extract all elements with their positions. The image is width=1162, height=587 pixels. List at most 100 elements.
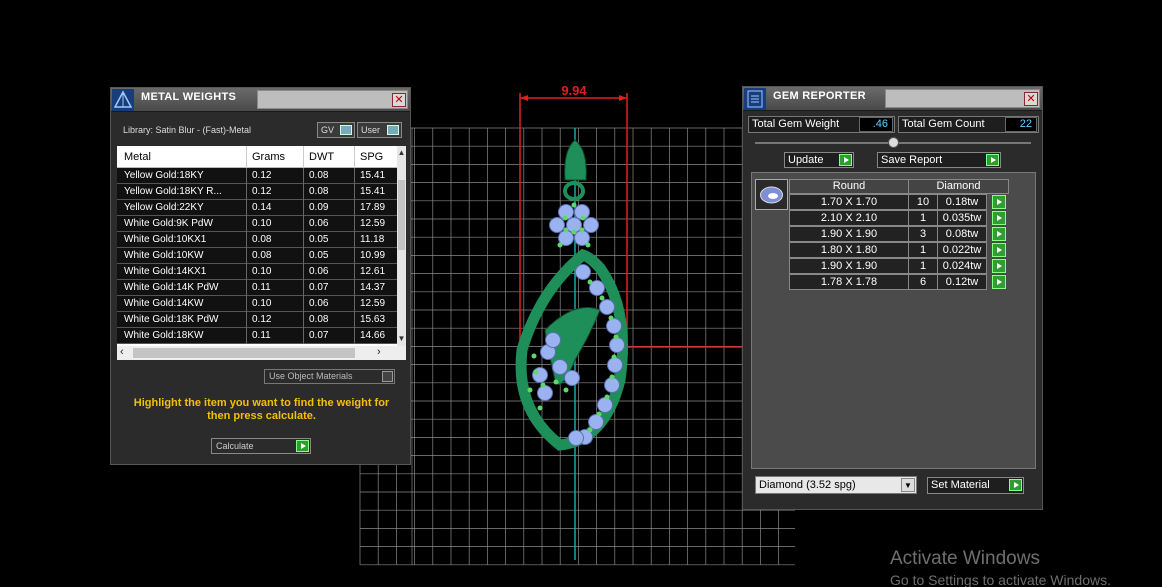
gem-size-cell: 2.10 X 2.10 — [789, 210, 909, 226]
column-header-dwt[interactable]: DWT — [309, 151, 334, 163]
table-row[interactable]: Yellow Gold:22KY 0.14 0.09 17.89 — [117, 200, 397, 216]
spg-cell: 14.66 — [360, 330, 386, 341]
gem-count-cell: 1 — [908, 258, 938, 274]
metal-weights-titlebar[interactable]: METAL WEIGHTS ✕ — [111, 88, 410, 112]
dimension-label: 9.94 — [561, 83, 587, 98]
column-header-round: Round — [789, 179, 909, 194]
user-toggle[interactable]: User — [357, 122, 402, 138]
titlebar-fill — [257, 90, 408, 109]
use-object-materials-checkbox[interactable]: Use Object Materials — [264, 369, 395, 384]
table-row[interactable]: White Gold:10KW 0.08 0.05 10.99 — [117, 248, 397, 264]
spg-cell: 15.41 — [360, 186, 386, 197]
metal-cell: Yellow Gold:18KY — [124, 170, 204, 181]
watermark-title: Activate Windows — [890, 548, 1040, 569]
select-gem-row-button[interactable] — [992, 243, 1006, 257]
save-report-label: Save Report — [881, 154, 943, 166]
gv-toggle[interactable]: GV — [317, 122, 355, 138]
scroll-thumb[interactable] — [398, 180, 405, 250]
calculate-hint: Highlight the item you want to find the … — [133, 397, 390, 422]
spg-cell: 15.41 — [360, 170, 386, 181]
select-gem-row-button[interactable] — [992, 195, 1006, 209]
table-row[interactable]: White Gold:9K PdW 0.10 0.06 12.59 — [117, 216, 397, 232]
column-header-diamond: Diamond — [908, 179, 1009, 194]
metal-cell: White Gold:14K PdW — [124, 282, 219, 293]
slider-knob[interactable] — [888, 137, 899, 148]
scroll-down-icon[interactable]: ▼ — [397, 334, 406, 343]
dwt-cell: 0.06 — [309, 266, 329, 277]
dwt-cell: 0.08 — [309, 314, 329, 325]
set-material-button[interactable]: Set Material — [927, 477, 1024, 494]
table-row[interactable]: White Gold:14KX1 0.10 0.06 12.61 — [117, 264, 397, 280]
calculate-button[interactable]: Calculate — [211, 438, 311, 454]
select-gem-row-button[interactable] — [992, 211, 1006, 225]
column-header-grams[interactable]: Grams — [252, 151, 285, 163]
toggle-knob — [340, 125, 352, 135]
dwt-cell: 0.09 — [309, 202, 329, 213]
grams-cell: 0.10 — [252, 266, 272, 277]
metal-cell: White Gold:14KX1 — [124, 266, 207, 277]
play-icon — [986, 154, 999, 166]
vertical-scrollbar[interactable]: ▲ ▼ — [397, 146, 406, 346]
scroll-up-icon[interactable]: ▲ — [397, 148, 406, 157]
gem-weight-cell: 0.08tw — [937, 226, 987, 242]
gem-weight-cell: 0.022tw — [937, 242, 987, 258]
set-material-label: Set Material — [931, 479, 990, 491]
chevron-down-icon[interactable]: ▼ — [901, 478, 915, 492]
checkbox-box[interactable] — [382, 371, 393, 382]
horizontal-scrollbar[interactable]: ‹ › — [117, 346, 406, 360]
metal-cell: White Gold:10KW — [124, 250, 204, 261]
dwt-cell: 0.06 — [309, 218, 329, 229]
update-button[interactable]: Update — [784, 152, 854, 168]
grams-cell: 0.11 — [252, 330, 271, 341]
gem-size-cell: 1.80 X 1.80 — [789, 242, 909, 258]
material-select[interactable]: Diamond (3.52 spg) ▼ — [755, 476, 917, 494]
gem-size-cell: 1.78 X 1.78 — [789, 274, 909, 290]
table-row[interactable]: Yellow Gold:18KY R... 0.12 0.08 15.41 — [117, 184, 397, 200]
scroll-thumb[interactable] — [133, 348, 355, 358]
metal-table[interactable]: Metal Grams DWT SPG Yellow Gold:18KY 0.12… — [117, 146, 406, 360]
scroll-right-icon[interactable]: › — [377, 346, 381, 358]
table-row[interactable]: White Gold:18KW 0.11 0.07 14.66 — [117, 328, 397, 344]
spg-cell: 15.63 — [360, 314, 386, 325]
column-header-metal[interactable]: Metal — [124, 151, 151, 163]
gem-report-area: Round Diamond 1.70 X 1.70 10 0.18tw 2.10 X … — [751, 172, 1036, 469]
metal-weights-title: METAL WEIGHTS — [141, 91, 237, 103]
gem-size-cell: 1.90 X 1.90 — [789, 258, 909, 274]
gem-size-cell: 1.90 X 1.90 — [789, 226, 909, 242]
select-gem-row-button[interactable] — [992, 227, 1006, 241]
table-row[interactable]: White Gold:14KW 0.10 0.06 12.59 — [117, 296, 397, 312]
table-row[interactable]: Yellow Gold:18KY 0.12 0.08 15.41 — [117, 168, 397, 184]
gem-count-cell: 6 — [908, 274, 938, 290]
table-row[interactable]: White Gold:18K PdW 0.12 0.08 15.63 — [117, 312, 397, 328]
metal-cell: Yellow Gold:18KY R... — [124, 186, 222, 197]
report-icon — [744, 88, 766, 110]
select-gem-row-button[interactable] — [992, 259, 1006, 273]
grams-cell: 0.12 — [252, 170, 272, 181]
grams-cell: 0.11 — [252, 282, 271, 293]
metal-weights-panel: METAL WEIGHTS ✕ Library: Satin Blur - (F… — [110, 87, 411, 465]
dwt-cell: 0.07 — [309, 282, 329, 293]
total-gem-weight-text: Total Gem Weight — [752, 118, 840, 130]
metal-weights-close-button[interactable]: ✕ — [392, 93, 406, 107]
dwt-cell: 0.08 — [309, 186, 329, 197]
gem-count-cell: 1 — [908, 242, 938, 258]
gem-reporter-panel: GEM REPORTER ✕ Total Gem Weight .46 Tota… — [742, 86, 1043, 510]
gem-reporter-close-button[interactable]: ✕ — [1024, 92, 1038, 106]
spg-cell: 12.61 — [360, 266, 386, 277]
play-icon — [296, 440, 309, 452]
pyramid-icon — [112, 89, 134, 111]
table-row[interactable]: White Gold:14K PdW 0.11 0.07 14.37 — [117, 280, 397, 296]
table-row[interactable]: White Gold:10KX1 0.08 0.05 11.18 — [117, 232, 397, 248]
gem-reporter-titlebar[interactable]: GEM REPORTER ✕ — [743, 87, 1042, 111]
scroll-left-icon[interactable]: ‹ — [120, 346, 124, 358]
save-report-button[interactable]: Save Report — [877, 152, 1001, 168]
gem-weight-cell: 0.024tw — [937, 258, 987, 274]
gem-weight-cell: 0.035tw — [937, 210, 987, 226]
total-gem-count-text: Total Gem Count — [902, 118, 985, 130]
play-icon — [839, 154, 852, 166]
select-gem-row-button[interactable] — [992, 275, 1006, 289]
pendant-model[interactable] — [515, 128, 628, 560]
metal-cell: White Gold:18KW — [124, 330, 204, 341]
play-icon — [1009, 479, 1022, 491]
column-header-spg[interactable]: SPG — [360, 151, 383, 163]
